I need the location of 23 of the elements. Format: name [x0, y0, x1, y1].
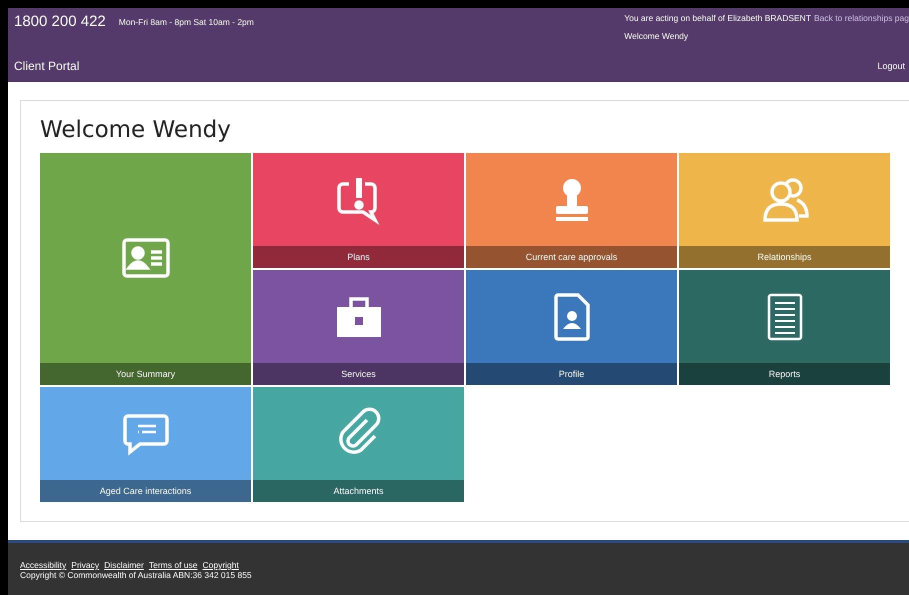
dashboard-tile[interactable]: Current care approvals: [466, 153, 677, 268]
dashboard-tile[interactable]: Profile: [466, 270, 677, 385]
footer-link[interactable]: Privacy: [71, 560, 100, 570]
dashboard-tile[interactable]: Relationships: [679, 153, 890, 268]
acting-notice: You are acting on behalf of Elizabeth BRADSENT: [624, 13, 812, 23]
dashboard-tile[interactable]: Plans: [253, 153, 464, 268]
dashboard-tile[interactable]: Attachments: [253, 387, 464, 502]
dashboard-tile[interactable]: Reports: [679, 270, 890, 385]
back-link[interactable]: Back to relationships pag: [814, 13, 909, 23]
footer-link[interactable]: Accessibility: [20, 560, 66, 570]
footer-link[interactable]: Terms of use: [148, 560, 198, 570]
copyright-text: Copyright © Commonwealth of Australia ABN:36 342 015 855: [20, 570, 253, 580]
opening-hours: Mon-Fri 8am - 8pm Sat 10am - 2pm: [118, 17, 254, 27]
footer-link[interactable]: Disclaimer: [104, 560, 144, 570]
phone-number: 1800 200 422: [14, 13, 106, 30]
welcome-text: Welcome Wendy: [624, 31, 690, 41]
dashboard-tile[interactable]: Aged Care interactions: [40, 387, 251, 502]
page-heading: Welcome Wendy: [40, 117, 232, 143]
logout-link[interactable]: Logout: [877, 60, 905, 71]
footer-link[interactable]: Copyright: [202, 560, 239, 570]
brand-title: Client Portal: [14, 58, 80, 73]
dashboard-tile[interactable]: Services: [253, 270, 464, 385]
dashboard-tile[interactable]: Your Summary: [40, 153, 251, 385]
